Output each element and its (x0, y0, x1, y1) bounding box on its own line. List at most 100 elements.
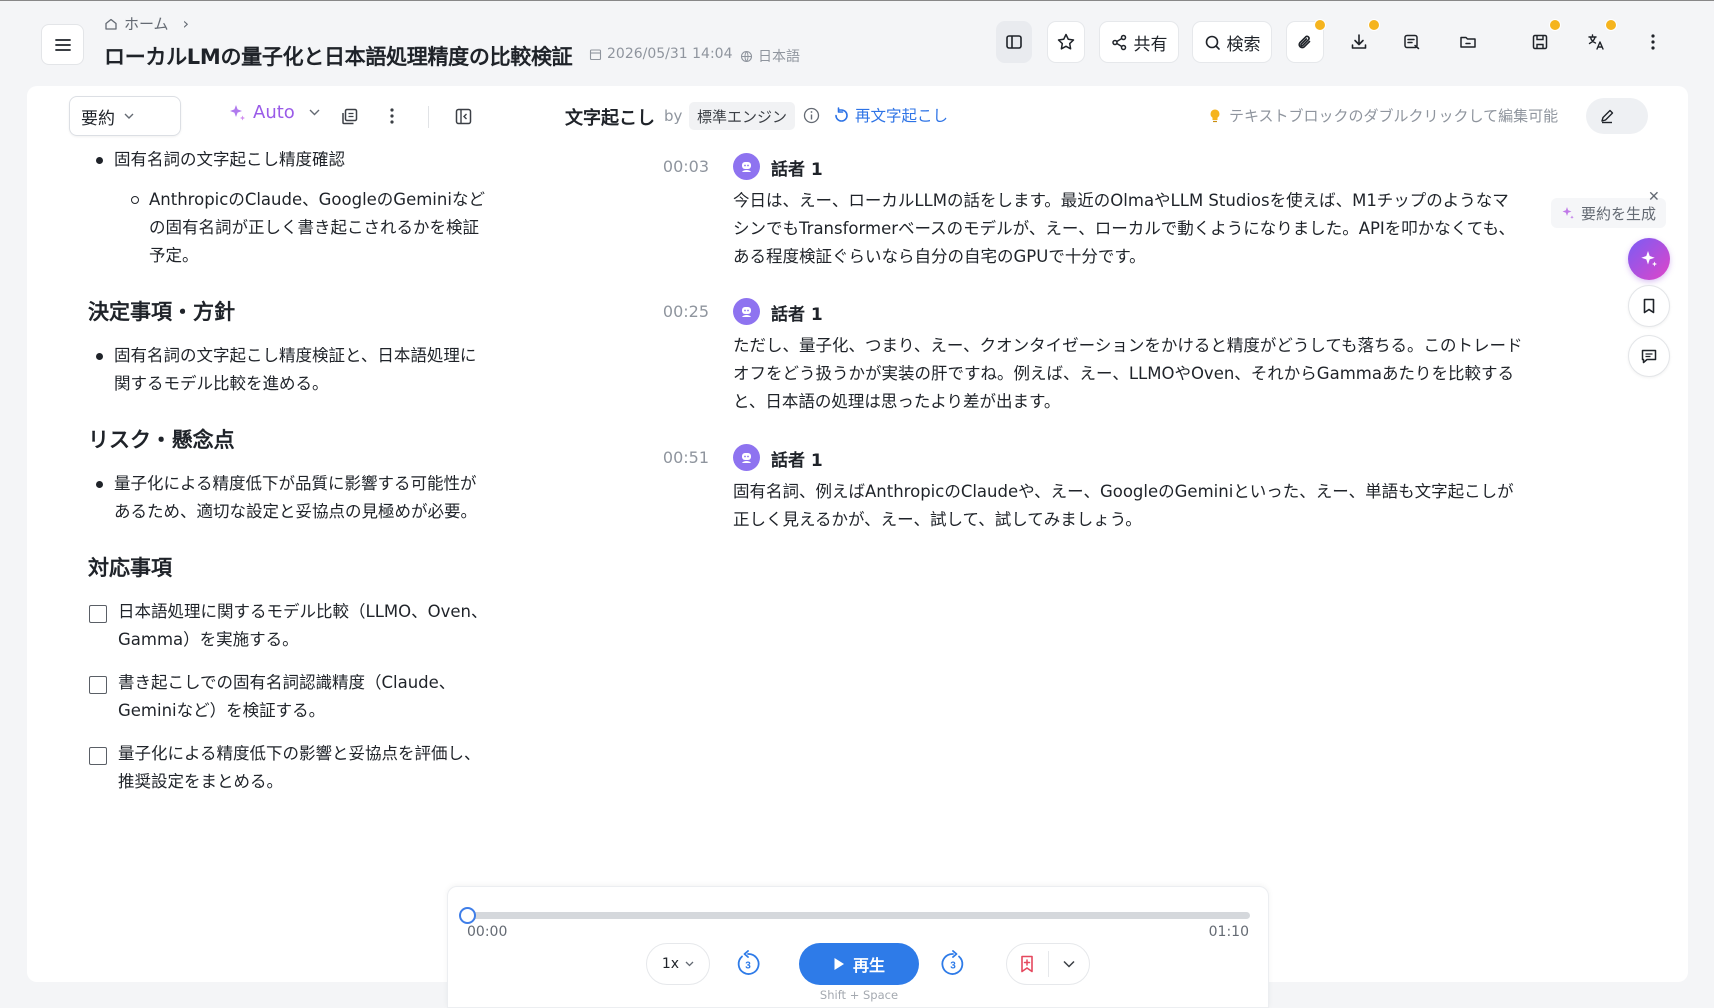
skip-forward-seconds: 3 (950, 961, 956, 972)
engine-tag: 標準エンジン (689, 102, 796, 130)
speaker-avatar (733, 298, 760, 325)
bookmark-icon (1643, 298, 1655, 314)
collapse-panel-button[interactable] (451, 104, 475, 128)
retranscribe-label: 再文字起こし (855, 107, 949, 125)
summary-more-button[interactable] (380, 104, 404, 128)
attach-button[interactable] (1286, 19, 1326, 63)
folder-button[interactable] (1449, 21, 1487, 63)
date-meta: 2026/05/31 14:04 (589, 46, 733, 62)
segment-timestamp[interactable]: 00:03 (649, 157, 709, 176)
breadcrumb-home[interactable]: ホーム (124, 13, 169, 34)
segment-timestamp[interactable]: 00:51 (649, 448, 709, 467)
search-icon (1205, 35, 1220, 50)
info-icon[interactable] (803, 107, 820, 124)
ai-assistant-button[interactable] (1628, 238, 1670, 280)
summary-heading-decisions: 決定事項・方針 (88, 300, 235, 324)
action-item-text: 日本語処理に関するモデル比較（LLMO、Oven、Gamma）を実施する。 (118, 602, 488, 649)
action-item-text: 書き起こしでの固有名詞認識精度（Claude、Geminiなど）を検証する。 (118, 673, 456, 720)
toggle-sidebar-button[interactable] (996, 21, 1032, 63)
save-button[interactable] (1521, 19, 1561, 63)
transcript-segment[interactable]: 00:03 話者 1 今日は、えー、ローカルLLMの話をします。最近のOlmaや… (649, 153, 1515, 266)
chevron-down-icon (124, 113, 134, 119)
play-icon (834, 958, 844, 970)
speaker-name[interactable]: 話者 1 (771, 155, 823, 180)
calendar-icon (589, 48, 602, 60)
copy-summary-button[interactable] (337, 104, 361, 128)
copy-icon (341, 108, 357, 124)
toolbar-divider (428, 106, 429, 128)
edit-mode-toggle[interactable] (1586, 98, 1648, 134)
language-text: 日本語 (758, 49, 800, 65)
bookmark-button[interactable] (1628, 285, 1670, 327)
action-item: 書き起こしでの固有名詞認識精度（Claude、Geminiなど）を検証する。 (88, 669, 488, 725)
checkbox[interactable] (89, 605, 107, 623)
transcript-panel: 文字起こし by 標準エンジン 再文字起こし テキストブロックのダブルクリックし… (523, 86, 1688, 982)
transcript-segment[interactable]: 00:25 話者 1 ただし、量子化、つまり、えー、クオンタイゼーションをかける… (649, 298, 1523, 411)
paperclip-icon (1297, 35, 1310, 48)
sidebar-layout-icon (1006, 35, 1022, 49)
download-button[interactable] (1340, 19, 1380, 63)
page-title[interactable]: ローカルLMの量子化と日本語処理精度の比較検証 (104, 41, 573, 71)
summary-mode-label: 要約 (81, 108, 115, 129)
share-icon (1111, 34, 1126, 50)
auto-template-button[interactable]: Auto (227, 102, 320, 123)
mark-options-button[interactable] (1048, 943, 1089, 985)
search-button[interactable]: 検索 (1192, 21, 1272, 63)
transcript-segment[interactable]: 00:51 話者 1 固有名詞、例えばAnthropicのClaudeや、えー、… (649, 444, 1514, 529)
menu-button[interactable] (41, 24, 84, 65)
share-button[interactable]: 共有 (1099, 21, 1179, 63)
comment-icon (1641, 349, 1657, 364)
skip-forward-button[interactable]: 3 (938, 949, 968, 979)
chevron-down-icon (685, 961, 694, 967)
add-mark-button[interactable] (1007, 943, 1048, 985)
retranscribe-button[interactable]: 再文字起こし (833, 104, 948, 126)
home-icon[interactable] (104, 17, 118, 31)
summary-bullet: 固有名詞の文字起こし精度検証と、日本語処理に関するモデル比較を進める。 (88, 342, 488, 398)
summary-heading-risks: リスク・懸念点 (88, 428, 235, 452)
comment-button[interactable] (1628, 335, 1670, 377)
share-label: 共有 (1133, 34, 1168, 55)
bookmark-add-icon (1021, 955, 1034, 973)
speaker-name[interactable]: 話者 1 (771, 446, 823, 471)
export-button[interactable] (1393, 21, 1431, 63)
summary-content: 固有名詞の文字起こし精度確認 AnthropicのClaude、GoogleのG… (88, 146, 488, 811)
segment-text[interactable]: 固有名詞、例えばAnthropicのClaudeや、えー、GoogleのGemi… (733, 478, 1523, 534)
premium-badge-icon (1368, 19, 1380, 31)
folder-icon (1460, 36, 1476, 48)
skip-back-seconds: 3 (745, 961, 751, 972)
playback-speed-select[interactable]: 1x (646, 943, 710, 985)
language-meta: 日本語 (740, 46, 800, 66)
transcript-title: 文字起こし (565, 108, 655, 129)
translate-icon (1588, 34, 1604, 50)
premium-badge-icon (1314, 19, 1326, 31)
chevron-down-icon (1063, 960, 1075, 968)
user-icon (742, 162, 751, 172)
save-icon (1532, 34, 1548, 50)
segment-text[interactable]: 今日は、えー、ローカルLLMの話をします。最近のOlmaやLLM Studios… (733, 187, 1523, 271)
summary-heading-actions: 対応事項 (88, 556, 172, 580)
checkbox[interactable] (89, 676, 107, 694)
checkbox[interactable] (89, 747, 107, 765)
skip-back-button[interactable]: 3 (733, 949, 763, 979)
duration: 01:10 (1208, 924, 1249, 940)
favorite-button[interactable] (1047, 21, 1085, 63)
premium-badge-icon (1549, 19, 1561, 31)
progress-handle[interactable] (459, 907, 476, 924)
date-text: 2026/05/31 14:04 (607, 46, 733, 62)
rewind-3s-icon: 3 (737, 950, 760, 975)
speaker-avatar (733, 444, 760, 471)
speaker-name[interactable]: 話者 1 (771, 300, 823, 325)
current-time: 00:00 (467, 924, 508, 940)
progress-track[interactable] (467, 912, 1250, 919)
play-button[interactable]: 再生 (799, 943, 919, 985)
refresh-icon (835, 106, 848, 122)
translate-button[interactable] (1577, 19, 1617, 63)
segment-timestamp[interactable]: 00:25 (649, 302, 709, 321)
summary-mode-select[interactable]: 要約 (69, 96, 181, 136)
play-label: 再生 (852, 956, 885, 975)
segment-text[interactable]: ただし、量子化、つまり、えー、クオンタイゼーションをかけると精度がどうしても落ち… (733, 332, 1523, 416)
close-icon[interactable]: ✕ (1648, 189, 1660, 205)
more-vertical-icon (390, 108, 394, 124)
more-options-button[interactable] (1634, 21, 1672, 63)
speed-label: 1x (661, 956, 680, 972)
